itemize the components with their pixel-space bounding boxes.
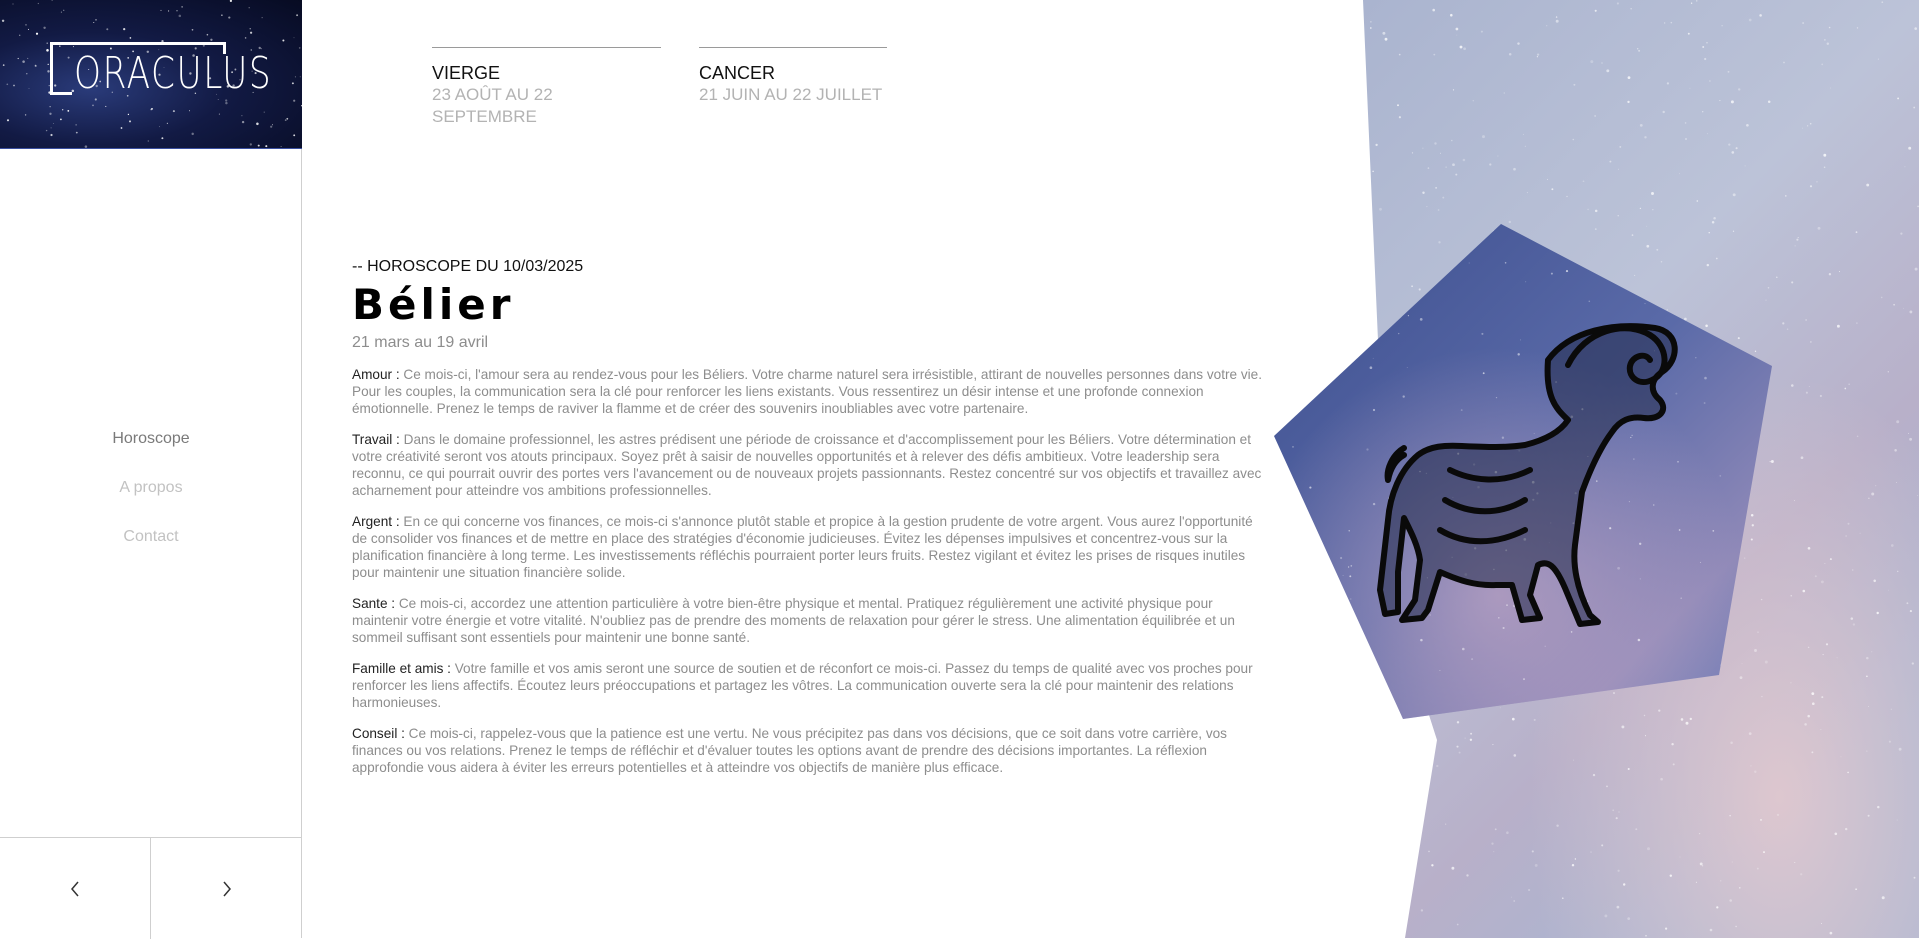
section-label: Conseil : bbox=[352, 726, 405, 741]
sign-link-vierge[interactable]: VIERGE 23 AOÛT AU 22 SEPTEMBRE bbox=[432, 47, 661, 128]
sidebar: ORACULUS Horoscope A propos Contact bbox=[0, 0, 302, 939]
section-label: Sante : bbox=[352, 596, 396, 611]
nav-item-contact[interactable]: Contact bbox=[0, 523, 302, 572]
pentagon-frame bbox=[1274, 224, 1772, 719]
nav-item-horoscope[interactable]: Horoscope bbox=[0, 425, 302, 474]
section-label: Famille et amis : bbox=[352, 661, 451, 676]
pager bbox=[0, 837, 302, 939]
sky-panel bbox=[1363, 0, 1919, 938]
section-advice: Conseil : Ce mois-ci, rappelez-vous que … bbox=[352, 725, 1267, 776]
section-text: Ce mois-ci, rappelez-vous que la patienc… bbox=[352, 726, 1227, 775]
horoscope-article: -- HOROSCOPE DU 10/03/2025 Bélier 21 mar… bbox=[352, 257, 1267, 790]
main-nav: Horoscope A propos Contact bbox=[0, 425, 302, 572]
section-love: Amour : Ce mois-ci, l'amour sera au rend… bbox=[352, 366, 1267, 417]
section-family: Famille et amis : Votre famille et vos a… bbox=[352, 660, 1267, 711]
logo-text: ORACULUS bbox=[74, 48, 273, 99]
sign-dates: 23 AOÛT AU 22 SEPTEMBRE bbox=[432, 85, 553, 126]
section-money: Argent : En ce qui concerne vos finances… bbox=[352, 513, 1267, 581]
sign-dates: 21 JUIN AU 22 JUILLET bbox=[699, 85, 883, 104]
sign-name: CANCER bbox=[699, 63, 776, 83]
sign-name: VIERGE bbox=[432, 63, 501, 83]
section-text: Dans le domaine professionnel, les astre… bbox=[352, 432, 1262, 498]
section-work: Travail : Dans le domaine professionnel,… bbox=[352, 431, 1267, 499]
section-health: Sante : Ce mois-ci, accordez une attenti… bbox=[352, 595, 1267, 646]
previous-sign-button[interactable] bbox=[0, 838, 151, 939]
ram-icon bbox=[1377, 323, 1678, 627]
nav-item-about[interactable]: A propos bbox=[0, 474, 302, 523]
section-label: Travail : bbox=[352, 432, 400, 447]
chevron-left-icon bbox=[71, 881, 79, 896]
next-sign-button[interactable] bbox=[151, 838, 302, 939]
section-label: Amour : bbox=[352, 367, 400, 382]
section-text: Votre famille et vos amis seront une sou… bbox=[352, 661, 1253, 710]
section-text: Ce mois-ci, accordez une attention parti… bbox=[352, 596, 1235, 645]
section-text: En ce qui concerne vos finances, ce mois… bbox=[352, 514, 1253, 580]
sign-date-range: 21 mars au 19 avril bbox=[352, 334, 489, 351]
section-label: Argent : bbox=[352, 514, 400, 529]
page-title: Bélier bbox=[352, 280, 515, 329]
chevron-right-icon bbox=[222, 881, 231, 896]
sign-link-cancer[interactable]: CANCER 21 JUIN AU 22 JUILLET bbox=[699, 47, 887, 106]
section-text: Ce mois-ci, l'amour sera au rendez-vous … bbox=[352, 367, 1263, 416]
horoscope-date: -- HOROSCOPE DU 10/03/2025 bbox=[352, 258, 584, 275]
logo[interactable]: ORACULUS bbox=[0, 0, 302, 149]
